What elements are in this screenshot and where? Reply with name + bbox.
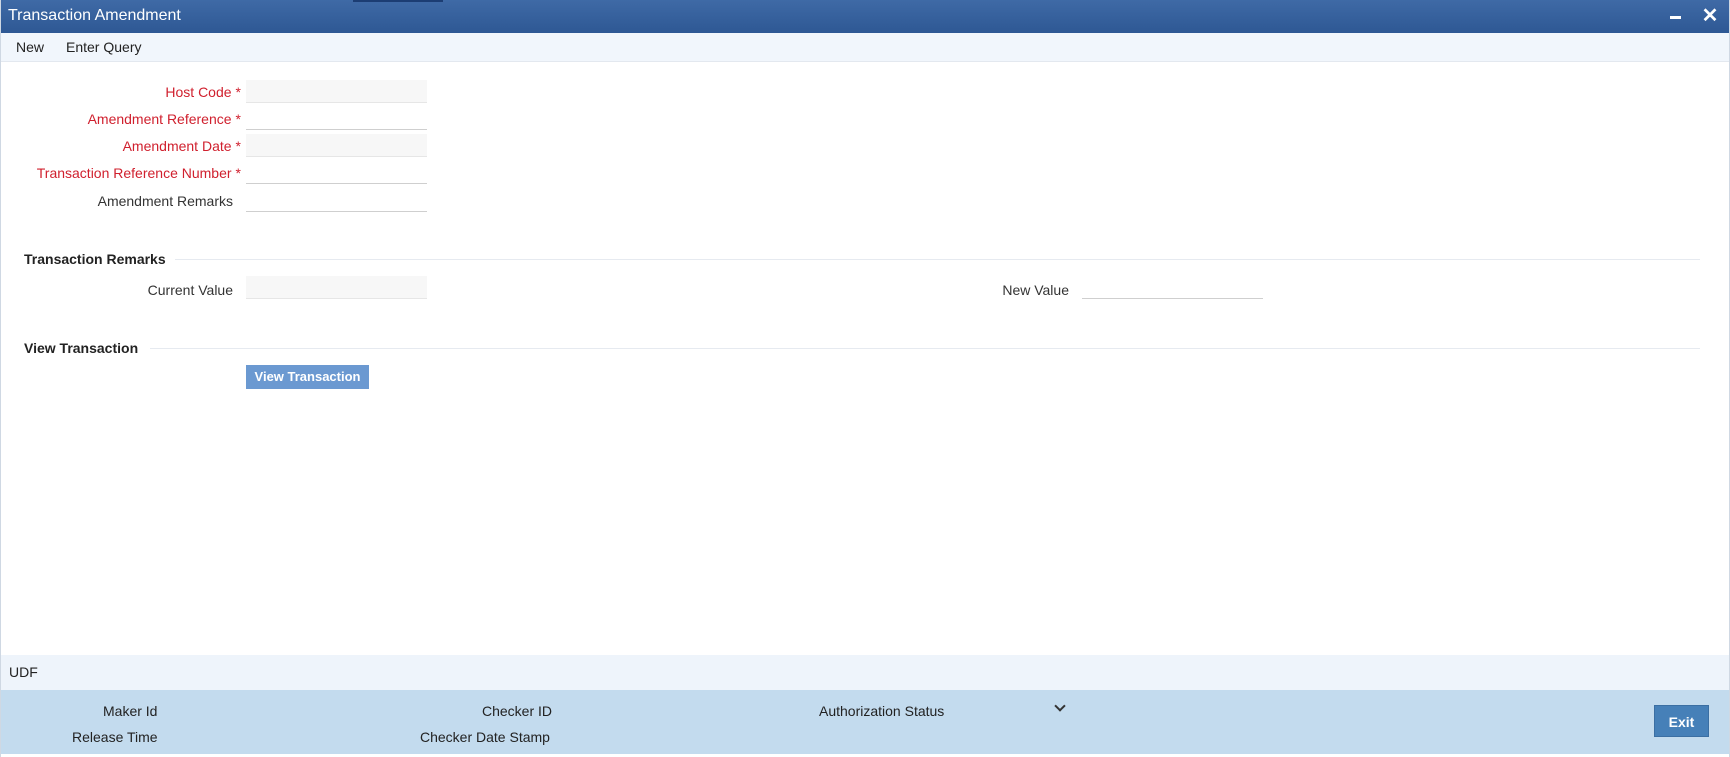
host-code-label: Host Code * [165, 84, 241, 100]
transaction-amendment-window: Transaction Amendment ✕ New Enter Query … [0, 0, 1730, 757]
checker-date-stamp-label: Checker Date Stamp [420, 729, 550, 745]
required-marker: * [235, 111, 241, 127]
amendment-reference-label-text: Amendment Reference [87, 111, 232, 127]
amendment-reference-field[interactable] [246, 107, 427, 130]
required-marker: * [235, 84, 241, 100]
transaction-remarks-section-title: Transaction Remarks [24, 251, 166, 267]
checker-id-label: Checker ID [482, 703, 553, 719]
audit-footer: Maker Id Release Time Checker ID Checker… [1, 690, 1729, 754]
host-code-field[interactable] [246, 80, 427, 103]
maker-id-label: Maker Id [103, 703, 158, 719]
amendment-date-field[interactable] [246, 134, 427, 157]
new-value-label: New Value [1002, 282, 1069, 298]
required-marker: * [235, 165, 241, 181]
title-bar: Transaction Amendment ✕ [0, 0, 1730, 33]
amendment-remarks-label: Amendment Remarks [97, 193, 233, 209]
section-divider [150, 348, 1700, 349]
new-value-field[interactable] [1082, 276, 1263, 299]
current-value-label: Current Value [147, 282, 233, 298]
menu-new[interactable]: New [16, 39, 44, 55]
transaction-reference-number-label: Transaction Reference Number * [37, 165, 241, 181]
udf-bar: UDF [1, 655, 1729, 690]
current-value-field[interactable] [246, 276, 427, 299]
window-title: Transaction Amendment [8, 7, 181, 24]
amendment-reference-label: Amendment Reference * [88, 111, 241, 127]
amendment-remarks-field[interactable] [246, 189, 427, 212]
minimize-icon[interactable] [1666, 6, 1686, 26]
release-time-label: Release Time [72, 729, 158, 745]
close-icon[interactable]: ✕ [1700, 6, 1720, 26]
host-code-label-text: Host Code [165, 84, 232, 100]
chevron-down-icon[interactable] [1053, 701, 1067, 715]
transaction-reference-number-label-text: Transaction Reference Number [36, 165, 232, 181]
menu-bar: New Enter Query [1, 33, 1729, 62]
active-tab-indicator [353, 0, 443, 2]
authorization-status-label: Authorization Status [819, 703, 945, 719]
exit-button[interactable]: Exit [1654, 705, 1709, 737]
amendment-date-label: Amendment Date * [123, 138, 241, 154]
menu-enter-query[interactable]: Enter Query [66, 39, 141, 55]
view-transaction-section-title: View Transaction [24, 340, 139, 356]
required-marker: * [235, 138, 241, 154]
transaction-reference-number-field[interactable] [246, 161, 427, 184]
section-divider [175, 259, 1700, 260]
amendment-date-label-text: Amendment Date [122, 138, 232, 154]
udf-link[interactable]: UDF [9, 664, 38, 680]
view-transaction-button[interactable]: View Transaction [246, 365, 369, 389]
